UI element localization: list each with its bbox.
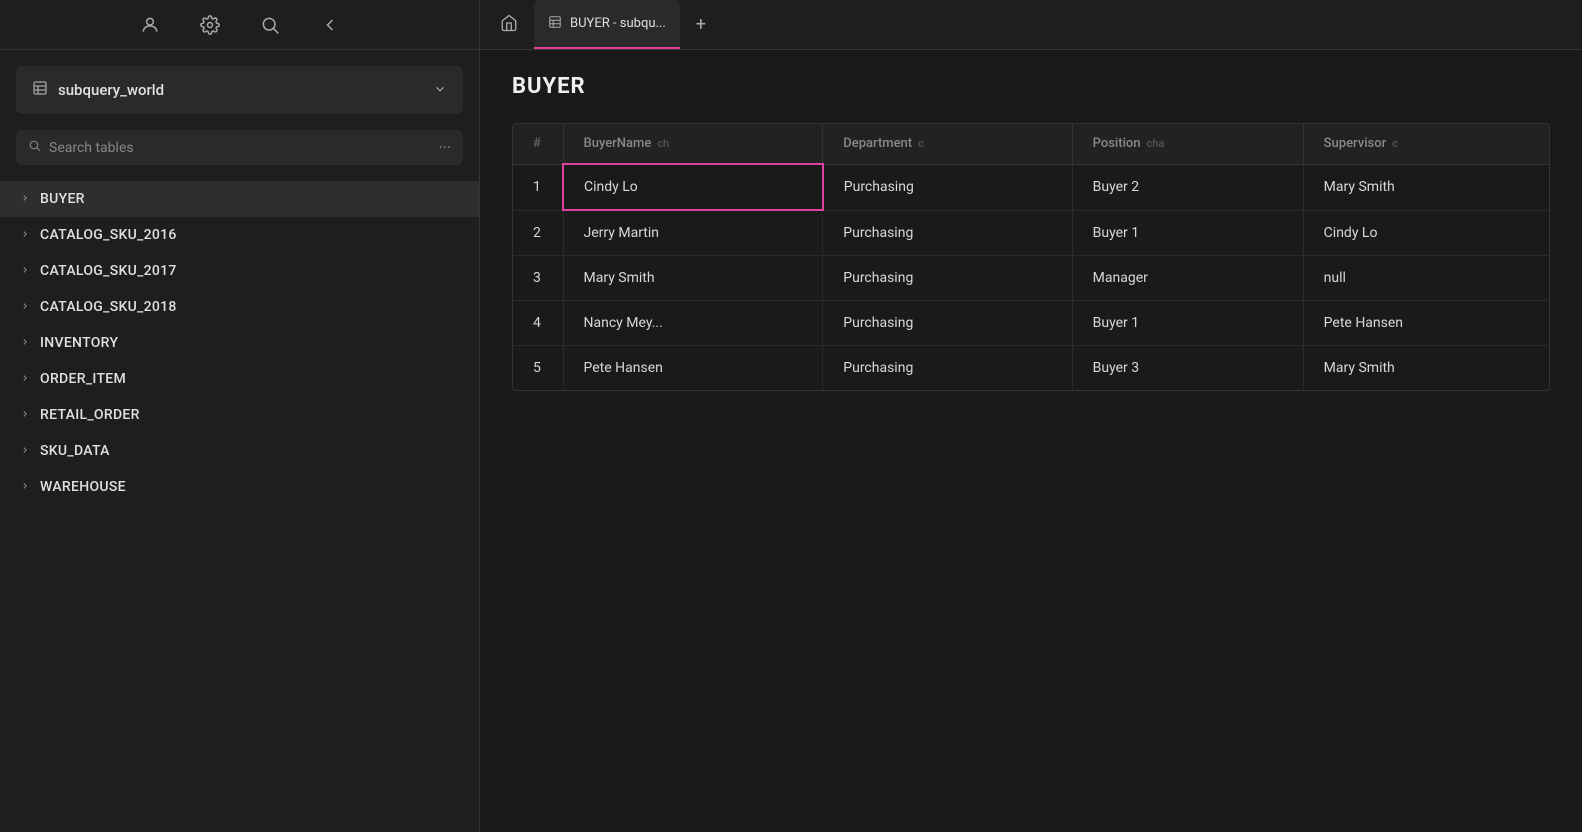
table-row: 3Mary SmithPurchasingManagernull bbox=[513, 256, 1549, 301]
cell-4[interactable]: Pete Hansen bbox=[1303, 301, 1549, 346]
table-name: SKU_DATA bbox=[40, 443, 110, 459]
col-header-supervisor: Supervisorc bbox=[1303, 124, 1549, 164]
chevron-right-icon bbox=[20, 445, 30, 458]
cell-2[interactable]: Purchasing bbox=[823, 301, 1072, 346]
cell-4[interactable]: Mary Smith bbox=[1303, 164, 1549, 210]
row-number[interactable]: 5 bbox=[513, 346, 563, 391]
cell-2[interactable]: Purchasing bbox=[823, 210, 1072, 256]
cell-2[interactable]: Purchasing bbox=[823, 256, 1072, 301]
table-icon bbox=[548, 15, 562, 33]
sidebar-item-catalog_sku_2017[interactable]: CATALOG_SKU_2017 bbox=[0, 253, 479, 289]
chevron-right-icon bbox=[20, 229, 30, 242]
chevron-down-icon bbox=[433, 82, 447, 99]
data-table-container: #BuyerNamechDepartmentcPositionchaSuperv… bbox=[512, 123, 1550, 391]
row-number[interactable]: 2 bbox=[513, 210, 563, 256]
chevron-right-icon bbox=[20, 373, 30, 386]
table-name: WAREHOUSE bbox=[40, 479, 126, 495]
row-number[interactable]: 3 bbox=[513, 256, 563, 301]
sidebar-item-catalog_sku_2018[interactable]: CATALOG_SKU_2018 bbox=[0, 289, 479, 325]
more-options-icon[interactable]: ··· bbox=[438, 138, 451, 157]
chevron-right-icon bbox=[20, 481, 30, 494]
person-icon[interactable] bbox=[136, 11, 164, 39]
table-name: CATALOG_SKU_2018 bbox=[40, 299, 177, 315]
sidebar-item-inventory[interactable]: INVENTORY bbox=[0, 325, 479, 361]
table-row: 5Pete HansenPurchasingBuyer 3Mary Smith bbox=[513, 346, 1549, 391]
cell-3[interactable]: Buyer 1 bbox=[1072, 210, 1303, 256]
cell-3[interactable]: Buyer 1 bbox=[1072, 301, 1303, 346]
cell-4[interactable]: Cindy Lo bbox=[1303, 210, 1549, 256]
col-header--: # bbox=[513, 124, 563, 164]
table-row: 2Jerry MartinPurchasingBuyer 1Cindy Lo bbox=[513, 210, 1549, 256]
table-body: 1Cindy LoPurchasingBuyer 2Mary Smith2Jer… bbox=[513, 164, 1549, 390]
table-header: #BuyerNamechDepartmentcPositionchaSuperv… bbox=[513, 124, 1549, 164]
chevron-right-icon bbox=[20, 301, 30, 314]
table-list: BUYER CATALOG_SKU_2016 CATALOG_SKU_2017 … bbox=[0, 177, 479, 509]
sidebar-item-warehouse[interactable]: WAREHOUSE bbox=[0, 469, 479, 505]
db-selector[interactable]: subquery_world bbox=[16, 66, 463, 114]
table-name: BUYER bbox=[40, 191, 85, 207]
main-layout: subquery_world Search tables ··· bbox=[0, 50, 1582, 832]
sidebar: subquery_world Search tables ··· bbox=[0, 50, 480, 832]
cell-1[interactable]: Mary Smith bbox=[563, 256, 823, 301]
db-name: subquery_world bbox=[58, 81, 423, 99]
sidebar-item-buyer[interactable]: BUYER bbox=[0, 181, 479, 217]
page-title: BUYER bbox=[512, 74, 1550, 99]
search-small-icon bbox=[28, 139, 41, 156]
cell-1[interactable]: Jerry Martin bbox=[563, 210, 823, 256]
table-name: CATALOG_SKU_2016 bbox=[40, 227, 177, 243]
cell-1[interactable]: Nancy Mey... bbox=[563, 301, 823, 346]
home-button[interactable] bbox=[492, 10, 526, 40]
table-name: INVENTORY bbox=[40, 335, 118, 351]
row-number[interactable]: 1 bbox=[513, 164, 563, 210]
sidebar-top-icons bbox=[0, 0, 480, 49]
cell-4[interactable]: Mary Smith bbox=[1303, 346, 1549, 391]
col-header-department: Departmentc bbox=[823, 124, 1072, 164]
table-row: 4Nancy Mey...PurchasingBuyer 1Pete Hanse… bbox=[513, 301, 1549, 346]
tab-bar: BUYER - subqu... + bbox=[480, 0, 1582, 49]
gear-icon[interactable] bbox=[196, 11, 224, 39]
cell-3[interactable]: Buyer 3 bbox=[1072, 346, 1303, 391]
search-tables-input[interactable]: Search tables bbox=[49, 140, 430, 156]
cell-1[interactable]: Cindy Lo bbox=[563, 164, 823, 210]
search-icon[interactable] bbox=[256, 11, 284, 39]
cell-4[interactable]: null bbox=[1303, 256, 1549, 301]
tab-label: BUYER - subqu... bbox=[570, 16, 666, 31]
cell-3[interactable]: Manager bbox=[1072, 256, 1303, 301]
row-number[interactable]: 4 bbox=[513, 301, 563, 346]
chevron-right-icon bbox=[20, 265, 30, 278]
sidebar-item-catalog_sku_2016[interactable]: CATALOG_SKU_2016 bbox=[0, 217, 479, 253]
chevron-right-icon bbox=[20, 337, 30, 350]
chevron-right-icon bbox=[20, 193, 30, 206]
db-icon bbox=[32, 80, 48, 100]
table-name: RETAIL_ORDER bbox=[40, 407, 140, 423]
cell-2[interactable]: Purchasing bbox=[823, 164, 1072, 210]
table-name: CATALOG_SKU_2017 bbox=[40, 263, 177, 279]
content-area: BUYER #BuyerNamechDepartmentcPositioncha… bbox=[480, 50, 1582, 832]
top-bar: BUYER - subqu... + bbox=[0, 0, 1582, 50]
table-name: ORDER_ITEM bbox=[40, 371, 126, 387]
chevron-right-icon bbox=[20, 409, 30, 422]
sidebar-item-retail_order[interactable]: RETAIL_ORDER bbox=[0, 397, 479, 433]
col-header-position: Positioncha bbox=[1072, 124, 1303, 164]
col-header-buyername: BuyerNamech bbox=[563, 124, 823, 164]
sidebar-item-order_item[interactable]: ORDER_ITEM bbox=[0, 361, 479, 397]
collapse-icon[interactable] bbox=[316, 11, 344, 39]
cell-1[interactable]: Pete Hansen bbox=[563, 346, 823, 391]
cell-2[interactable]: Purchasing bbox=[823, 346, 1072, 391]
buyer-table: #BuyerNamechDepartmentcPositionchaSuperv… bbox=[513, 124, 1549, 390]
add-tab-button[interactable]: + bbox=[688, 10, 714, 39]
tab-buyer[interactable]: BUYER - subqu... bbox=[534, 0, 680, 49]
search-bar[interactable]: Search tables ··· bbox=[16, 130, 463, 165]
sidebar-item-sku_data[interactable]: SKU_DATA bbox=[0, 433, 479, 469]
cell-3[interactable]: Buyer 2 bbox=[1072, 164, 1303, 210]
table-row: 1Cindy LoPurchasingBuyer 2Mary Smith bbox=[513, 164, 1549, 210]
